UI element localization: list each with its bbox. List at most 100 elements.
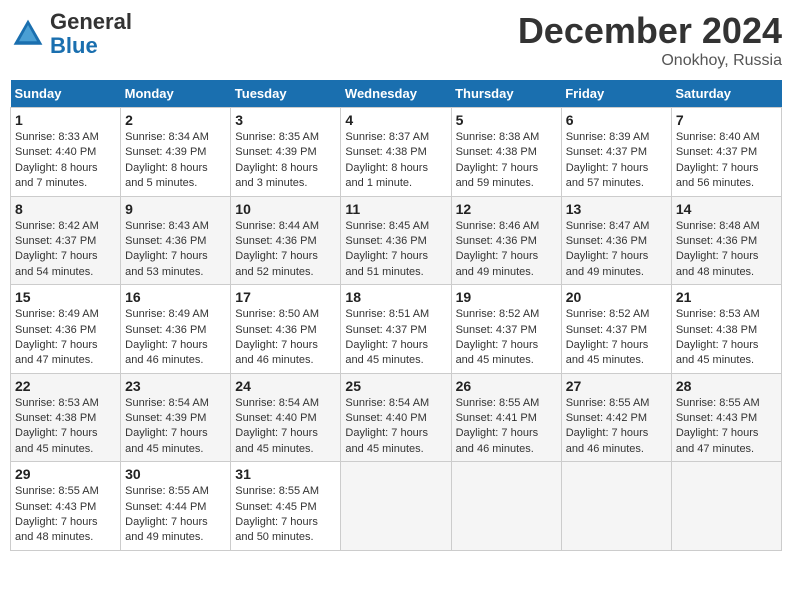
day-number: 10 — [235, 201, 336, 217]
calendar-cell: 13Sunrise: 8:47 AM Sunset: 4:36 PM Dayli… — [561, 196, 671, 285]
day-header-saturday: Saturday — [671, 80, 781, 108]
day-header-wednesday: Wednesday — [341, 80, 451, 108]
location: Onokhoy, Russia — [518, 52, 782, 70]
day-detail: Sunrise: 8:40 AM Sunset: 4:37 PM Dayligh… — [676, 130, 777, 192]
calendar-cell: 6 Sunrise: 8:39 AM Sunset: 4:37 PM Daylig… — [561, 108, 671, 197]
calendar-cell: 15 Sunrise: 8:49 AM Sunset: 4:36 PM Dayli… — [11, 285, 121, 374]
calendar: SundayMondayTuesdayWednesdayThursdayFrid… — [10, 80, 782, 551]
day-detail: Sunrise: 8:55 AM Sunset: 4:43 PM Dayligh… — [676, 396, 777, 458]
day-number: 2 — [125, 112, 226, 128]
calendar-cell: 2 Sunrise: 8:34 AM Sunset: 4:39 PM Daylig… — [121, 108, 231, 197]
day-number: 7 — [676, 112, 777, 128]
calendar-cell: 3 Sunrise: 8:35 AM Sunset: 4:39 PM Daylig… — [231, 108, 341, 197]
day-number: 24 — [235, 378, 336, 394]
day-detail: Sunrise: 8:44 AM Sunset: 4:36 PM Dayligh… — [235, 219, 336, 281]
calendar-cell: 7 Sunrise: 8:40 AM Sunset: 4:37 PM Daylig… — [671, 108, 781, 197]
day-detail: Sunrise: 8:47 AM Sunset: 4:36 PM Dayligh… — [566, 219, 667, 281]
logo-line2: Blue — [50, 33, 98, 58]
day-number: 4 — [345, 112, 446, 128]
day-number: 6 — [566, 112, 667, 128]
calendar-cell: 25 Sunrise: 8:54 AM Sunset: 4:40 PM Dayli… — [341, 373, 451, 462]
calendar-week-1: 1 Sunrise: 8:33 AM Sunset: 4:40 PM Daylig… — [11, 108, 782, 197]
day-number: 9 — [125, 201, 226, 217]
day-detail: Sunrise: 8:43 AM Sunset: 4:36 PM Dayligh… — [125, 219, 226, 281]
day-detail: Sunrise: 8:53 AM Sunset: 4:38 PM Dayligh… — [15, 396, 116, 458]
calendar-cell: 23 Sunrise: 8:54 AM Sunset: 4:39 PM Dayli… — [121, 373, 231, 462]
day-number: 11 — [345, 201, 446, 217]
calendar-cell: 10 Sunrise: 8:44 AM Sunset: 4:36 PM Dayli… — [231, 196, 341, 285]
day-detail: Sunrise: 8:38 AM Sunset: 4:38 PM Dayligh… — [456, 130, 557, 192]
day-number: 1 — [15, 112, 116, 128]
day-detail: Sunrise: 8:55 AM Sunset: 4:45 PM Dayligh… — [235, 484, 336, 546]
day-number: 20 — [566, 289, 667, 305]
day-detail: Sunrise: 8:39 AM Sunset: 4:37 PM Dayligh… — [566, 130, 667, 192]
day-number: 12 — [456, 201, 557, 217]
day-detail: Sunrise: 8:55 AM Sunset: 4:41 PM Dayligh… — [456, 396, 557, 458]
calendar-header-row: SundayMondayTuesdayWednesdayThursdayFrid… — [11, 80, 782, 108]
logo-text: General Blue — [50, 10, 132, 58]
day-number: 3 — [235, 112, 336, 128]
calendar-cell: 31 Sunrise: 8:55 AM Sunset: 4:45 PM Dayli… — [231, 462, 341, 551]
calendar-cell: 8 Sunrise: 8:42 AM Sunset: 4:37 PM Daylig… — [11, 196, 121, 285]
day-detail: Sunrise: 8:55 AM Sunset: 4:43 PM Dayligh… — [15, 484, 116, 546]
calendar-week-3: 15 Sunrise: 8:49 AM Sunset: 4:36 PM Dayli… — [11, 285, 782, 374]
day-detail: Sunrise: 8:37 AM Sunset: 4:38 PM Dayligh… — [345, 130, 446, 192]
day-detail: Sunrise: 8:33 AM Sunset: 4:40 PM Dayligh… — [15, 130, 116, 192]
calendar-cell: 21Sunrise: 8:53 AM Sunset: 4:38 PM Dayli… — [671, 285, 781, 374]
day-number: 27 — [566, 378, 667, 394]
day-detail: Sunrise: 8:34 AM Sunset: 4:39 PM Dayligh… — [125, 130, 226, 192]
day-detail: Sunrise: 8:49 AM Sunset: 4:36 PM Dayligh… — [15, 307, 116, 369]
calendar-week-5: 29 Sunrise: 8:55 AM Sunset: 4:43 PM Dayli… — [11, 462, 782, 551]
calendar-cell: 27Sunrise: 8:55 AM Sunset: 4:42 PM Dayli… — [561, 373, 671, 462]
day-detail: Sunrise: 8:48 AM Sunset: 4:36 PM Dayligh… — [676, 219, 777, 281]
calendar-cell: 17 Sunrise: 8:50 AM Sunset: 4:36 PM Dayli… — [231, 285, 341, 374]
day-header-tuesday: Tuesday — [231, 80, 341, 108]
calendar-cell — [671, 462, 781, 551]
day-number: 29 — [15, 466, 116, 482]
calendar-cell — [561, 462, 671, 551]
day-detail: Sunrise: 8:45 AM Sunset: 4:36 PM Dayligh… — [345, 219, 446, 281]
calendar-cell — [451, 462, 561, 551]
day-detail: Sunrise: 8:46 AM Sunset: 4:36 PM Dayligh… — [456, 219, 557, 281]
day-number: 31 — [235, 466, 336, 482]
day-detail: Sunrise: 8:53 AM Sunset: 4:38 PM Dayligh… — [676, 307, 777, 369]
logo: General Blue — [10, 10, 132, 58]
calendar-cell: 29 Sunrise: 8:55 AM Sunset: 4:43 PM Dayli… — [11, 462, 121, 551]
day-detail: Sunrise: 8:42 AM Sunset: 4:37 PM Dayligh… — [15, 219, 116, 281]
calendar-cell: 11 Sunrise: 8:45 AM Sunset: 4:36 PM Dayli… — [341, 196, 451, 285]
day-number: 22 — [15, 378, 116, 394]
calendar-cell: 14 Sunrise: 8:48 AM Sunset: 4:36 PM Dayli… — [671, 196, 781, 285]
day-header-monday: Monday — [121, 80, 231, 108]
day-number: 8 — [15, 201, 116, 217]
month-title: December 2024 — [518, 10, 782, 52]
day-number: 14 — [676, 201, 777, 217]
day-detail: Sunrise: 8:55 AM Sunset: 4:44 PM Dayligh… — [125, 484, 226, 546]
calendar-cell: 24Sunrise: 8:54 AM Sunset: 4:40 PM Dayli… — [231, 373, 341, 462]
day-number: 23 — [125, 378, 226, 394]
calendar-week-2: 8 Sunrise: 8:42 AM Sunset: 4:37 PM Daylig… — [11, 196, 782, 285]
calendar-cell: 19Sunrise: 8:52 AM Sunset: 4:37 PM Dayli… — [451, 285, 561, 374]
day-detail: Sunrise: 8:52 AM Sunset: 4:37 PM Dayligh… — [566, 307, 667, 369]
day-number: 15 — [15, 289, 116, 305]
day-number: 5 — [456, 112, 557, 128]
calendar-cell: 30Sunrise: 8:55 AM Sunset: 4:44 PM Dayli… — [121, 462, 231, 551]
calendar-cell: 9 Sunrise: 8:43 AM Sunset: 4:36 PM Daylig… — [121, 196, 231, 285]
logo-line1: General — [50, 9, 132, 34]
day-header-thursday: Thursday — [451, 80, 561, 108]
title-block: December 2024 Onokhoy, Russia — [518, 10, 782, 70]
calendar-cell: 5 Sunrise: 8:38 AM Sunset: 4:38 PM Daylig… — [451, 108, 561, 197]
day-number: 18 — [345, 289, 446, 305]
calendar-week-4: 22 Sunrise: 8:53 AM Sunset: 4:38 PM Dayli… — [11, 373, 782, 462]
day-detail: Sunrise: 8:51 AM Sunset: 4:37 PM Dayligh… — [345, 307, 446, 369]
calendar-cell: 16Sunrise: 8:49 AM Sunset: 4:36 PM Dayli… — [121, 285, 231, 374]
calendar-cell: 12 Sunrise: 8:46 AM Sunset: 4:36 PM Dayli… — [451, 196, 561, 285]
day-number: 25 — [345, 378, 446, 394]
day-number: 26 — [456, 378, 557, 394]
day-detail: Sunrise: 8:54 AM Sunset: 4:40 PM Dayligh… — [345, 396, 446, 458]
day-number: 17 — [235, 289, 336, 305]
day-number: 28 — [676, 378, 777, 394]
logo-icon — [10, 16, 46, 52]
day-detail: Sunrise: 8:54 AM Sunset: 4:39 PM Dayligh… — [125, 396, 226, 458]
day-detail: Sunrise: 8:35 AM Sunset: 4:39 PM Dayligh… — [235, 130, 336, 192]
day-detail: Sunrise: 8:50 AM Sunset: 4:36 PM Dayligh… — [235, 307, 336, 369]
